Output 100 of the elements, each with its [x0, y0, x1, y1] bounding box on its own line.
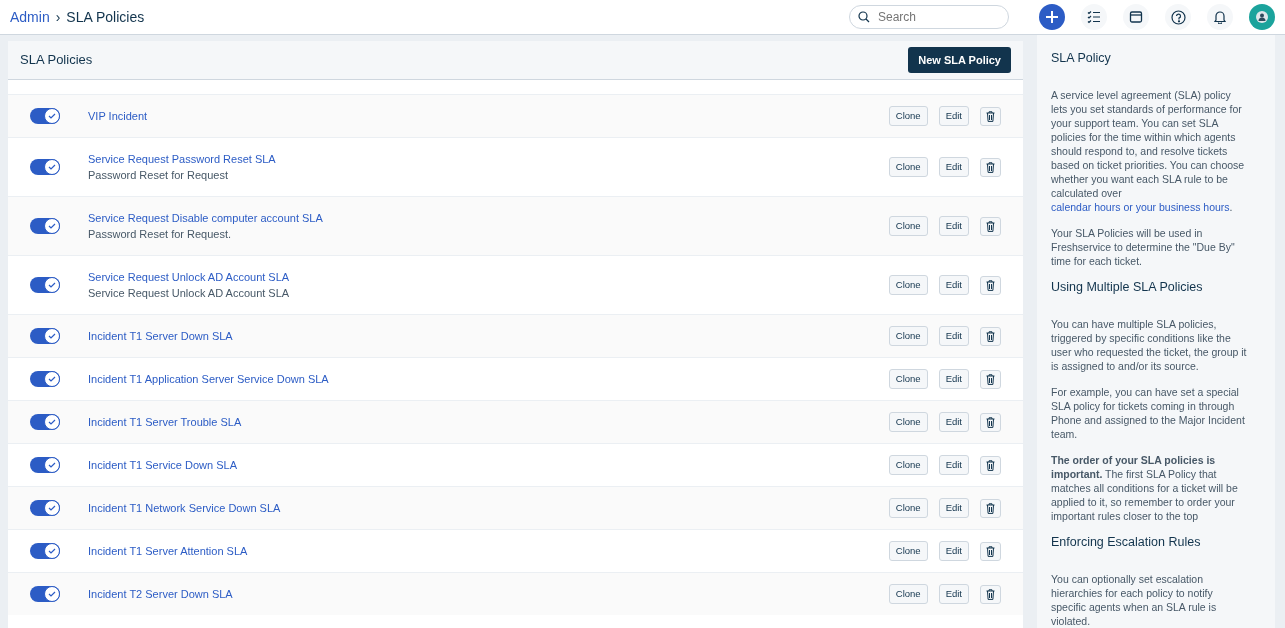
help-paragraph: You can optionally set escalation hierarchies for each policy to notify specific agents when an SLA rule is violated.	[1051, 572, 1218, 628]
check-icon	[48, 112, 56, 120]
panel-title: SLA Policies	[20, 51, 93, 70]
toggle-switch[interactable]	[30, 277, 60, 293]
clone-button[interactable]: Clone	[888, 156, 928, 178]
delete-button[interactable]	[980, 106, 1001, 126]
check-icon	[48, 281, 56, 289]
delete-button[interactable]	[980, 369, 1001, 389]
window-button[interactable]	[1123, 4, 1149, 30]
help-paragraph: A service level agreement (SLA) policy lets you set standards of performance for your support team. You can set SLA policies for the time within which agents should respond to, and resolve tickets based on ticket priorities. You can choose whether you want each SLA rule to be calculated over calendar hours or your business hours.	[1051, 88, 1246, 214]
policy-name-link[interactable]: Incident T1 Server Attention SLA	[88, 542, 878, 560]
trash-icon	[986, 588, 995, 600]
edit-button[interactable]: Edit	[938, 325, 969, 347]
policy-name-link[interactable]: Incident T2 Server Down SLA	[88, 585, 878, 603]
trash-icon	[986, 110, 995, 122]
policy-name-link[interactable]: Incident T1 Service Down SLA	[88, 456, 878, 474]
clone-button[interactable]: Clone	[888, 105, 928, 127]
help-link[interactable]: calendar hours or your business hours	[1051, 201, 1230, 213]
clone-button[interactable]: Clone	[888, 583, 928, 605]
check-icon	[48, 547, 56, 555]
toggle-switch[interactable]	[30, 159, 60, 175]
delete-button[interactable]	[980, 326, 1001, 346]
help-icon	[1170, 9, 1186, 25]
window-icon	[1129, 10, 1143, 24]
clone-button[interactable]: Clone	[888, 215, 928, 237]
new-policy-button[interactable]: New SLA Policy	[908, 46, 1011, 74]
add-button[interactable]	[1039, 4, 1065, 30]
clone-button[interactable]: Clone	[888, 497, 928, 519]
edit-button[interactable]: Edit	[938, 274, 969, 296]
clone-button[interactable]: Clone	[888, 368, 928, 390]
search-field[interactable]: Search	[849, 5, 1009, 29]
policy-description: Password Reset for Request	[88, 168, 229, 183]
edit-button[interactable]: Edit	[938, 497, 969, 519]
help-paragraph: For example, you can have set a special SLA policy for tickets coming in through Phone and assigned to the Major Incident team.	[1051, 385, 1246, 441]
help-heading: Using Multiple SLA Policies	[1051, 280, 1204, 295]
help-paragraph: Your SLA Policies will be used in Freshservice to determine the "Due By" time for each ticket.	[1051, 226, 1236, 268]
toggle-switch[interactable]	[30, 457, 60, 473]
trash-icon	[986, 220, 995, 232]
avatar-icon[interactable]	[1249, 4, 1275, 30]
checklist-button[interactable]	[1081, 4, 1107, 30]
check-icon	[48, 222, 56, 230]
toggle-switch[interactable]	[30, 328, 60, 344]
trash-icon	[986, 161, 995, 173]
toggle-switch[interactable]	[30, 543, 60, 559]
edit-button[interactable]: Edit	[938, 411, 969, 433]
clone-button[interactable]: Clone	[888, 274, 928, 296]
edit-button[interactable]: Edit	[938, 156, 969, 178]
toggle-switch[interactable]	[30, 500, 60, 516]
page-title: SLA Policies	[66, 7, 145, 27]
policy-name-link[interactable]: Service Request Password Reset SLA	[88, 150, 878, 167]
toggle-switch[interactable]	[30, 371, 60, 387]
plus-icon	[1045, 10, 1059, 24]
delete-button[interactable]	[980, 157, 1001, 177]
help-heading: SLA Policy	[1051, 51, 1112, 66]
delete-button[interactable]	[980, 216, 1001, 236]
check-icon	[48, 332, 56, 340]
policy-name-link[interactable]: Incident T1 Network Service Down SLA	[88, 499, 878, 517]
policy-description: Service Request Unlock AD Account SLA	[88, 286, 291, 301]
delete-button[interactable]	[980, 412, 1001, 432]
check-icon	[48, 461, 56, 469]
clone-button[interactable]: Clone	[888, 325, 928, 347]
policy-name-link[interactable]: Service Request Unlock AD Account SLA	[88, 268, 878, 285]
policy-name-link[interactable]: Service Request Disable computer account SLA	[88, 209, 878, 226]
checklist-icon	[1087, 10, 1101, 24]
delete-button[interactable]	[980, 455, 1001, 475]
notification-button[interactable]	[1207, 4, 1233, 30]
clone-button[interactable]: Clone	[888, 411, 928, 433]
edit-button[interactable]: Edit	[938, 368, 969, 390]
edit-button[interactable]: Edit	[938, 540, 969, 562]
trash-icon	[986, 330, 995, 342]
delete-button[interactable]	[980, 541, 1001, 561]
breadcrumb-link[interactable]: Admin	[10, 6, 50, 28]
help-button[interactable]	[1165, 4, 1191, 30]
help-paragraph: The order of your SLA policies is important. The first SLA Policy that matches all conditions for a ticket will be applied to it, so remember to order your important rules closer to the top	[1051, 453, 1239, 523]
trash-icon	[986, 502, 995, 514]
policy-name-link[interactable]: Incident T1 Server Trouble SLA	[88, 413, 878, 431]
edit-button[interactable]: Edit	[938, 454, 969, 476]
bell-icon	[1213, 10, 1227, 24]
edit-button[interactable]: Edit	[938, 583, 969, 605]
trash-icon	[986, 459, 995, 471]
check-icon	[48, 590, 56, 598]
policy-name-link[interactable]: Incident T1 Application Server Service Down SLA	[88, 370, 878, 388]
trash-icon	[986, 279, 995, 291]
clone-button[interactable]: Clone	[888, 540, 928, 562]
edit-button[interactable]: Edit	[938, 215, 969, 237]
delete-button[interactable]	[980, 498, 1001, 518]
help-heading: Enforcing Escalation Rules	[1051, 535, 1202, 550]
policy-description: Password Reset for Request.	[88, 227, 233, 242]
trash-icon	[986, 373, 995, 385]
edit-button[interactable]: Edit	[938, 105, 969, 127]
clone-button[interactable]: Clone	[888, 454, 928, 476]
delete-button[interactable]	[980, 275, 1001, 295]
policy-name-link[interactable]: Incident T1 Server Down SLA	[88, 327, 878, 345]
toggle-switch[interactable]	[30, 218, 60, 234]
toggle-switch[interactable]	[30, 108, 60, 124]
breadcrumb-separator: ›	[55, 7, 61, 27]
delete-button[interactable]	[980, 584, 1001, 604]
policy-name-link[interactable]: VIP Incident	[88, 107, 878, 125]
toggle-switch[interactable]	[30, 414, 60, 430]
toggle-switch[interactable]	[30, 586, 60, 602]
